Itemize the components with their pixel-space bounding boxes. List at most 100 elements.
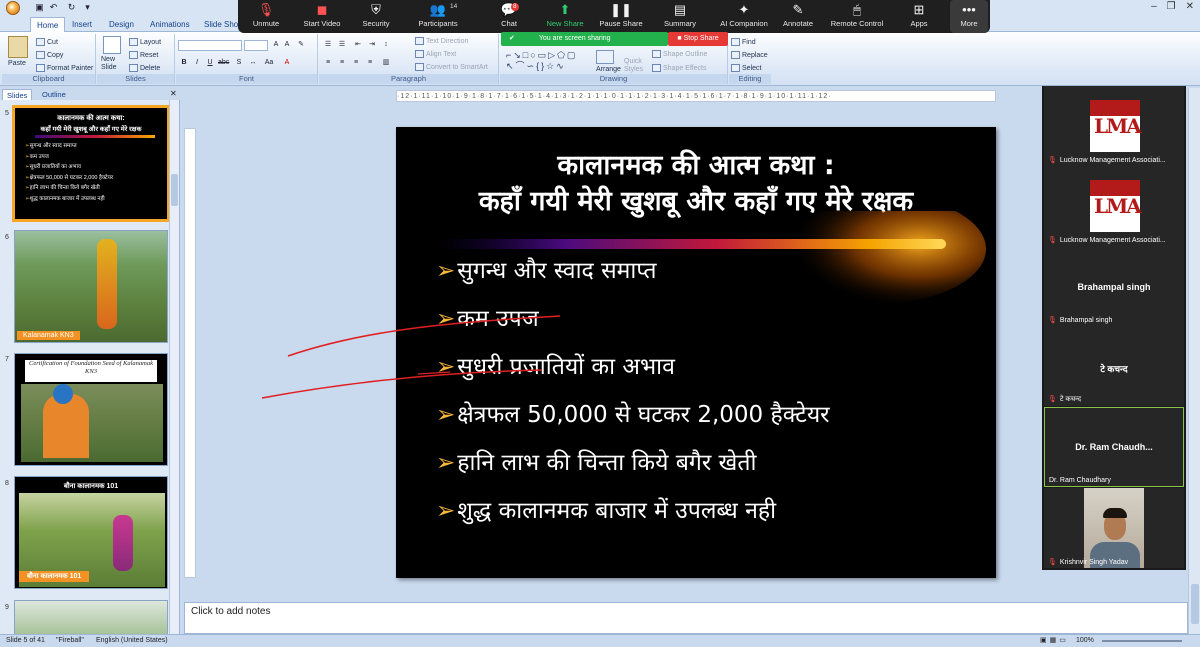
align-left-icon[interactable]: ≡ xyxy=(323,58,333,68)
close-panel-icon[interactable]: ✕ xyxy=(170,89,177,98)
paste-button[interactable]: Paste xyxy=(8,60,26,67)
participant-tile[interactable]: LMA 🎙 Lucknow Management Associati... xyxy=(1044,166,1184,246)
panel-scroll-thumb[interactable] xyxy=(171,174,178,206)
minimize-icon[interactable]: – xyxy=(1151,1,1157,12)
align-right-icon[interactable]: ≡ xyxy=(351,58,361,68)
share-icon: ⬆ xyxy=(559,2,571,17)
slide-thumb-7[interactable]: Certification of Foundation Seed of Kala… xyxy=(14,353,168,466)
quick-styles-button[interactable]: Quick Styles xyxy=(624,58,646,74)
summary-button[interactable]: ▤ Summary xyxy=(658,0,702,33)
thumb8-title: बौना कालानमक 101 xyxy=(63,483,119,490)
undo-icon[interactable]: ↶ xyxy=(48,2,59,13)
save-icon[interactable]: ▣ xyxy=(34,2,45,13)
more-button[interactable]: ••• More xyxy=(950,0,988,33)
close-icon[interactable]: ✕ xyxy=(1186,1,1194,12)
font-group: A A ✎ B I U abc S ↔ Aa A Font xyxy=(176,34,318,84)
participant-tile[interactable]: Brahampal singh 🎙 Brahampal singh xyxy=(1044,246,1184,326)
tab-slides[interactable]: Slides xyxy=(2,89,33,100)
convert-smartart-button[interactable]: Convert to SmartArt xyxy=(415,63,488,71)
arrange-button[interactable]: Arrange xyxy=(596,66,621,73)
change-case-icon[interactable]: Aa xyxy=(264,58,274,68)
format-painter-button[interactable]: Format Painter xyxy=(36,64,93,72)
office-button-icon[interactable] xyxy=(6,1,20,15)
columns-icon[interactable]: ▥ xyxy=(381,58,391,68)
font-size-field[interactable] xyxy=(244,40,268,51)
participant-tile[interactable]: 🎙 Krishnvir Singh Yadav xyxy=(1044,488,1184,568)
italic-icon[interactable]: I xyxy=(192,58,202,68)
zoom-level[interactable]: 100% xyxy=(1076,635,1094,647)
slide-thumb-6[interactable]: Kalanamak KN3 xyxy=(14,230,168,343)
shadow-icon[interactable]: S xyxy=(234,58,244,68)
new-share-button[interactable]: ⬆ New Share xyxy=(544,0,586,33)
thumb5-bullet-text: शुद्ध कालानमक बाजार में उपलब्ध नही xyxy=(29,195,105,202)
redo-icon[interactable]: ↻ xyxy=(66,2,77,13)
language[interactable]: English (United States) xyxy=(96,635,168,647)
stop-share-button[interactable]: ■ Stop Share xyxy=(668,32,728,46)
grow-font-icon[interactable]: A xyxy=(271,40,281,50)
remote-control-button[interactable]: 🖱 Remote Control xyxy=(828,0,886,33)
annotate-button[interactable]: ✎ Annotate xyxy=(778,0,818,33)
participant-tile[interactable]: टे कचन्द 🎙 टे कचन्द xyxy=(1044,326,1184,406)
panel-scrollbar[interactable] xyxy=(169,100,179,634)
restore-icon[interactable]: ❐ xyxy=(1167,1,1176,12)
find-button[interactable]: Find xyxy=(731,38,756,46)
shape-outline-button[interactable]: Shape Outline xyxy=(652,50,707,58)
zoom-slider[interactable] xyxy=(1102,640,1182,642)
pause-share-button[interactable]: ❚❚ Pause Share xyxy=(596,0,646,33)
clear-format-icon[interactable]: ✎ xyxy=(296,40,306,50)
reset-button[interactable]: Reset xyxy=(129,51,158,59)
align-center-icon[interactable]: ≡ xyxy=(337,58,347,68)
main-scroll-thumb[interactable] xyxy=(1191,584,1199,624)
customize-qat-icon[interactable]: ▾ xyxy=(82,2,93,13)
view-buttons[interactable]: ▣▦▭ xyxy=(1040,635,1069,647)
shrink-font-icon[interactable]: A xyxy=(282,40,292,50)
apps-button[interactable]: ⊞ Apps xyxy=(906,0,932,33)
align-text-button[interactable]: Align Text xyxy=(415,50,456,58)
justify-icon[interactable]: ≡ xyxy=(365,58,375,68)
font-name-field[interactable] xyxy=(178,40,242,51)
strikethrough-icon[interactable]: abc xyxy=(218,58,229,68)
text-direction-button[interactable]: Text Direction xyxy=(415,37,468,45)
tab-insert[interactable]: Insert xyxy=(66,17,98,32)
char-spacing-icon[interactable]: ↔ xyxy=(248,58,258,68)
numbering-icon[interactable]: ☰ xyxy=(337,40,347,50)
paste-icon[interactable] xyxy=(8,36,28,58)
unmute-button[interactable]: 🎙 Unmute xyxy=(244,0,288,33)
increase-indent-icon[interactable]: ⇥ xyxy=(367,40,377,50)
notes-field[interactable]: Click to add notes xyxy=(184,602,1188,634)
bold-icon[interactable]: B xyxy=(179,58,189,68)
font-color-icon[interactable]: A xyxy=(282,58,292,68)
tab-outline[interactable]: Outline xyxy=(38,89,70,100)
bullets-icon[interactable]: ☰ xyxy=(323,40,333,50)
line-spacing-icon[interactable]: ↕ xyxy=(381,40,391,50)
security-button[interactable]: ⛨ Security xyxy=(356,0,396,33)
underline-icon[interactable]: U xyxy=(205,58,215,68)
mic-off-icon: 🎙 xyxy=(257,2,275,17)
arrange-icon[interactable] xyxy=(596,50,614,64)
theme-name: "Fireball" xyxy=(56,637,84,644)
tab-design[interactable]: Design xyxy=(103,17,140,32)
delete-button[interactable]: Delete xyxy=(129,64,160,72)
replace-button[interactable]: Replace xyxy=(731,51,768,59)
participant-tile[interactable]: Dr. Ram Chaudh... Dr. Ram Chaudhary xyxy=(1044,407,1184,487)
main-scrollbar[interactable] xyxy=(1188,88,1200,634)
shape-effects-button[interactable]: Shape Effects xyxy=(652,64,706,72)
ai-companion-button[interactable]: ✦ AI Companion xyxy=(714,0,774,33)
new-slide-button[interactable]: New Slide xyxy=(101,56,125,72)
layout-button[interactable]: Layout xyxy=(129,38,161,46)
tab-animations[interactable]: Animations xyxy=(144,17,196,32)
select-button[interactable]: Select xyxy=(731,64,761,72)
tab-home[interactable]: Home xyxy=(30,17,66,32)
copy-button[interactable]: Copy xyxy=(36,51,63,59)
new-slide-icon[interactable] xyxy=(103,36,121,54)
participant-tile[interactable]: LMA 🎙 Lucknow Management Associati... xyxy=(1044,86,1184,166)
slide-thumb-5[interactable]: कालानमक की आत्म कथा: कहाँ गयी मेरी खुशबू… xyxy=(12,105,170,222)
start-video-button[interactable]: ◼ Start Video xyxy=(298,0,346,33)
cut-button[interactable]: Cut xyxy=(36,38,58,46)
shapes-gallery[interactable]: ⌐↘□○▭▷⬠▢ ↖⌒∽{}☆∿ xyxy=(506,50,590,72)
decrease-indent-icon[interactable]: ⇤ xyxy=(353,40,363,50)
slide-thumb-8[interactable]: बौना कालानमक 101 बौना कालानमक 101 xyxy=(14,476,168,589)
participant-name-text: टे कचन्द xyxy=(1059,396,1082,403)
chat-button[interactable]: 💬 Chat xyxy=(494,0,524,33)
slide-thumb-9[interactable] xyxy=(14,600,168,634)
